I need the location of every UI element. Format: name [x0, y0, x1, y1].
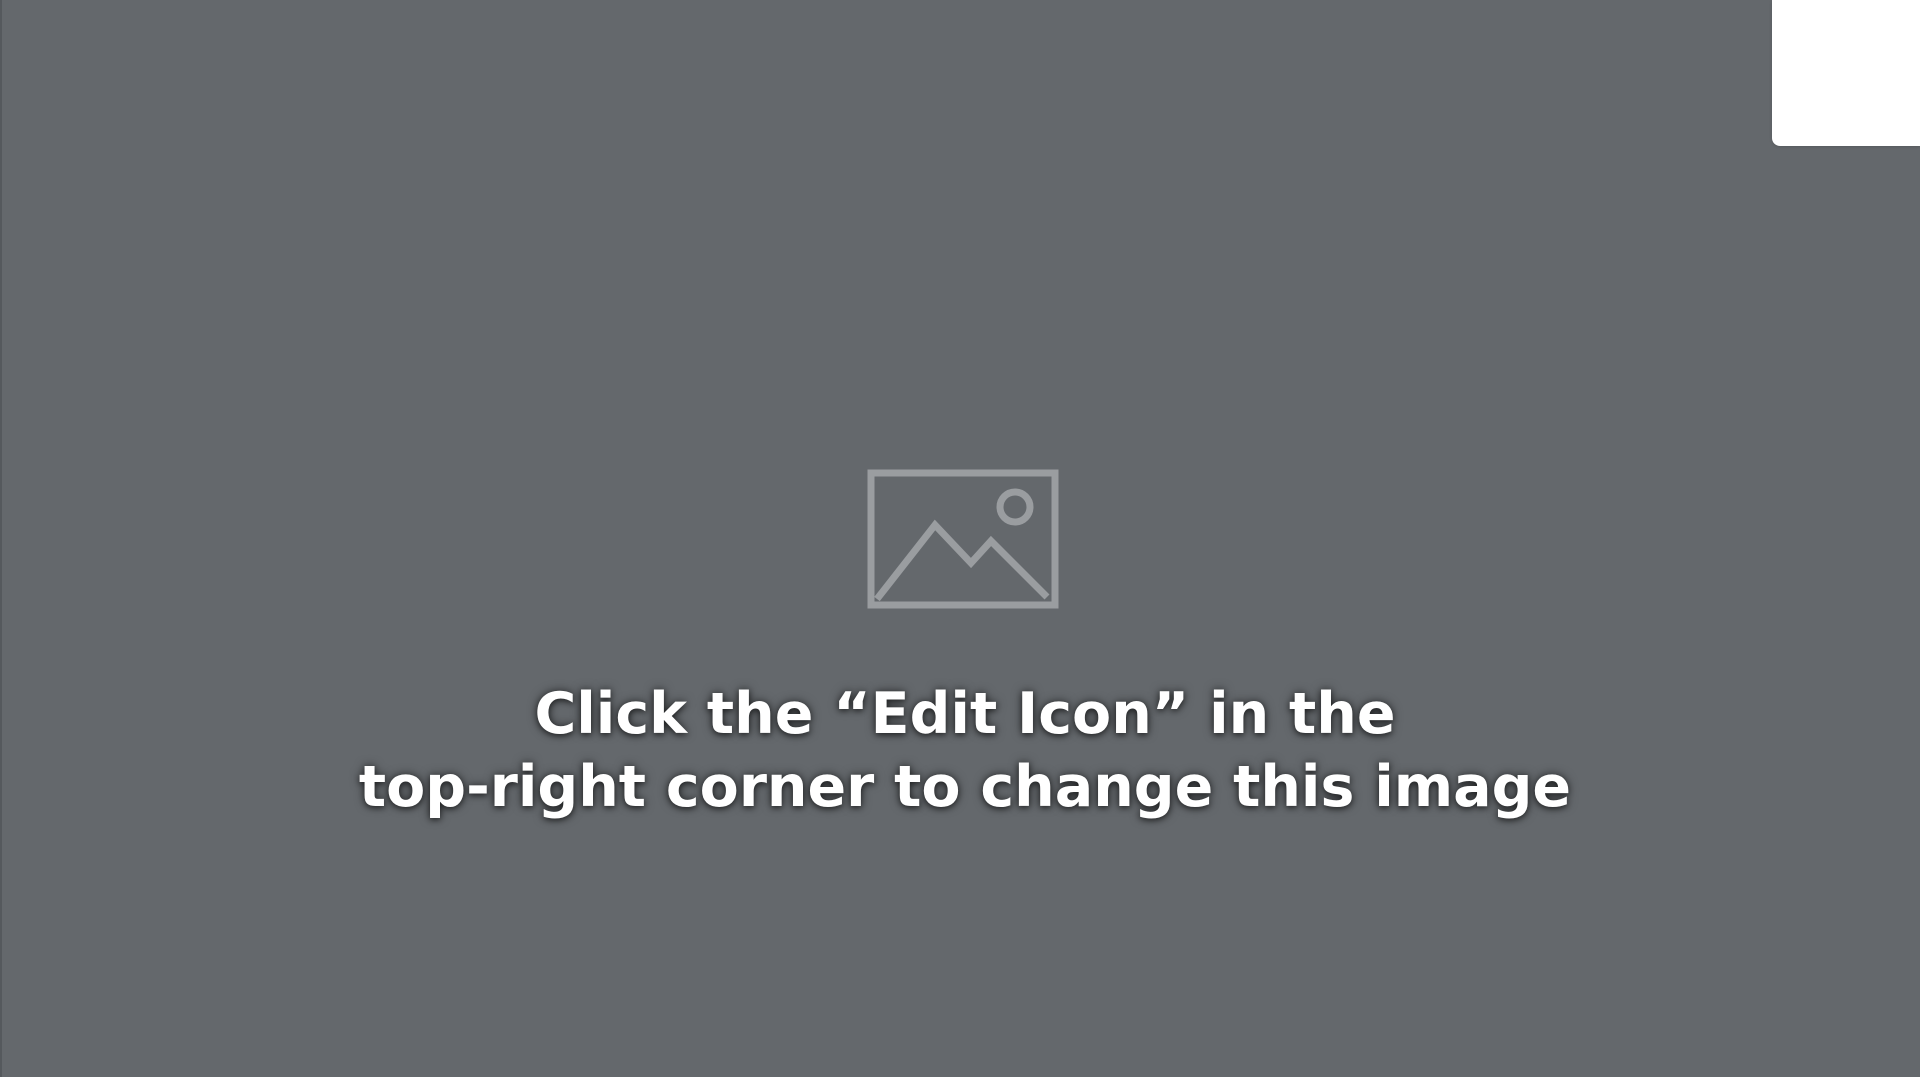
caption-line-1: Click the “Edit Icon” in the	[534, 681, 1396, 747]
top-right-corner-panel[interactable]	[1772, 0, 1920, 146]
caption-line-2: top-right corner to change this image	[358, 754, 1572, 820]
placeholder-caption: Click the “Edit Icon” in the top-right c…	[260, 678, 1670, 824]
left-edge-divider	[0, 0, 2, 1077]
image-placeholder-icon	[867, 469, 1059, 609]
